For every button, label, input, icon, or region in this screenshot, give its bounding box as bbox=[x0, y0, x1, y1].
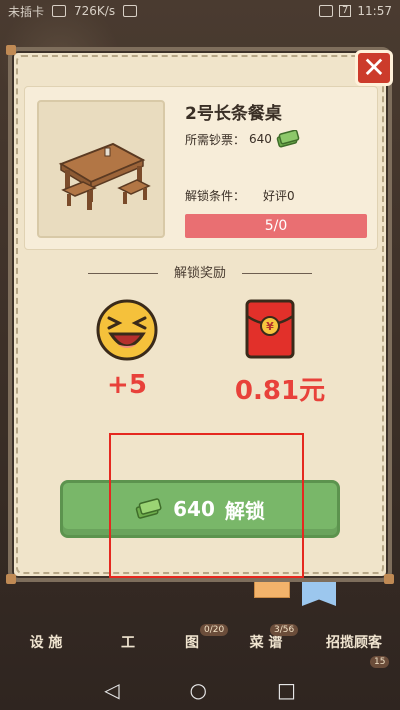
price-value: 640 bbox=[249, 132, 272, 146]
close-icon: ✕ bbox=[362, 51, 386, 84]
progress-text: 5/0 bbox=[264, 218, 288, 234]
nav-staff[interactable]: 工 bbox=[108, 632, 148, 652]
highlight-box bbox=[109, 433, 304, 578]
svg-text:¥: ¥ bbox=[266, 320, 274, 333]
item-card: 2号长条餐桌 所需钞票： 640 解锁条件： 好评0 5/0 bbox=[24, 86, 378, 250]
recruit-badge: 15 bbox=[370, 656, 390, 668]
system-nav-bar: ◁ ○ □ bbox=[0, 670, 400, 710]
wifi-icon bbox=[52, 5, 67, 17]
condition-label: 解锁条件： bbox=[185, 189, 246, 203]
vibrate-icon bbox=[319, 5, 334, 17]
carrier-text: 未插卡 bbox=[8, 4, 45, 19]
condition-value: 好评0 bbox=[263, 189, 295, 203]
rewards-header: 解锁奖励 bbox=[0, 262, 400, 281]
nav-recruit-label: 招揽顾客 bbox=[326, 635, 382, 651]
menu-badge: 3/56 bbox=[270, 624, 299, 636]
nav-facility[interactable]: 设 施 bbox=[18, 632, 74, 652]
reward-likes bbox=[95, 298, 159, 366]
red-envelope-icon: ¥ bbox=[245, 299, 295, 359]
long-table-icon bbox=[58, 142, 151, 210]
corner-ornament bbox=[6, 45, 16, 55]
table-thumbnail bbox=[37, 100, 165, 238]
cash-icon bbox=[276, 130, 300, 148]
item-title: 2号长条餐桌 bbox=[185, 104, 282, 124]
close-button[interactable]: ✕ bbox=[355, 50, 393, 86]
progress-bar: 5/0 bbox=[185, 214, 367, 238]
nav-recruit-customers[interactable]: 招揽顾客 bbox=[312, 632, 396, 652]
nav-gallery-label: 图 bbox=[185, 635, 199, 651]
recents-icon[interactable]: □ bbox=[277, 678, 296, 702]
corner-ornament bbox=[384, 574, 394, 584]
home-icon[interactable]: ○ bbox=[190, 678, 207, 702]
reward-cash: ¥ bbox=[244, 298, 296, 366]
battery-indicator: 7 bbox=[339, 5, 352, 17]
status-bar: 未插卡 726K/s 7 11:57 bbox=[0, 0, 400, 22]
back-icon[interactable]: ◁ bbox=[104, 678, 119, 702]
laughing-face-icon bbox=[96, 299, 158, 361]
reward-likes-value: +5 bbox=[107, 370, 147, 400]
clock: 11:57 bbox=[357, 4, 392, 18]
price-row: 所需钞票： 640 bbox=[185, 130, 300, 148]
network-speed: 726K/s bbox=[74, 4, 116, 18]
nav-menu-label: 菜 谱 bbox=[249, 635, 283, 651]
bottom-nav: 设 施 工 图 0/20 菜 谱 3/56 招揽顾客 15 bbox=[0, 590, 400, 670]
nav-staff-label: 工 bbox=[121, 635, 135, 651]
price-label: 所需钞票： bbox=[185, 132, 246, 147]
rewards-title: 解锁奖励 bbox=[173, 266, 226, 281]
gallery-badge: 0/20 bbox=[200, 624, 229, 636]
nav-facility-label: 设 施 bbox=[29, 635, 63, 651]
reward-cash-value: 0.81元 bbox=[234, 376, 326, 406]
unlock-condition-row: 解锁条件： 好评0 bbox=[185, 187, 295, 204]
app-notification-icon bbox=[123, 5, 138, 17]
corner-ornament bbox=[6, 574, 16, 584]
